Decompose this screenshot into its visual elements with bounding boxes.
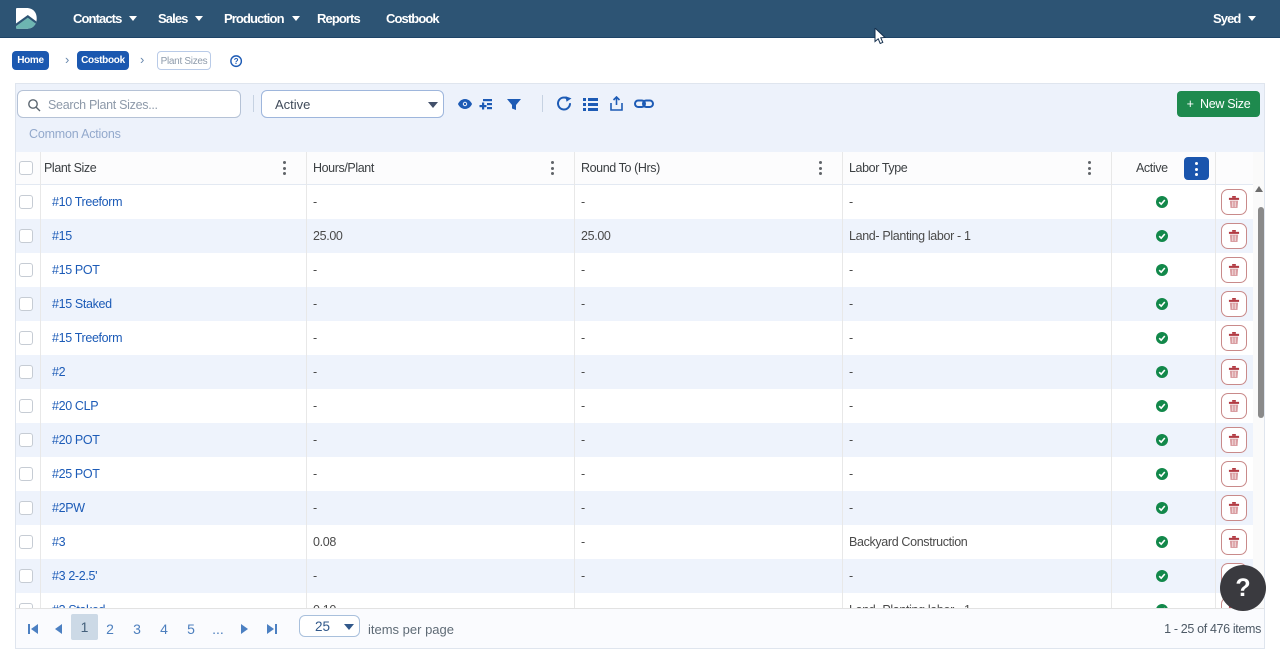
svg-text:?: ? [234, 57, 239, 66]
